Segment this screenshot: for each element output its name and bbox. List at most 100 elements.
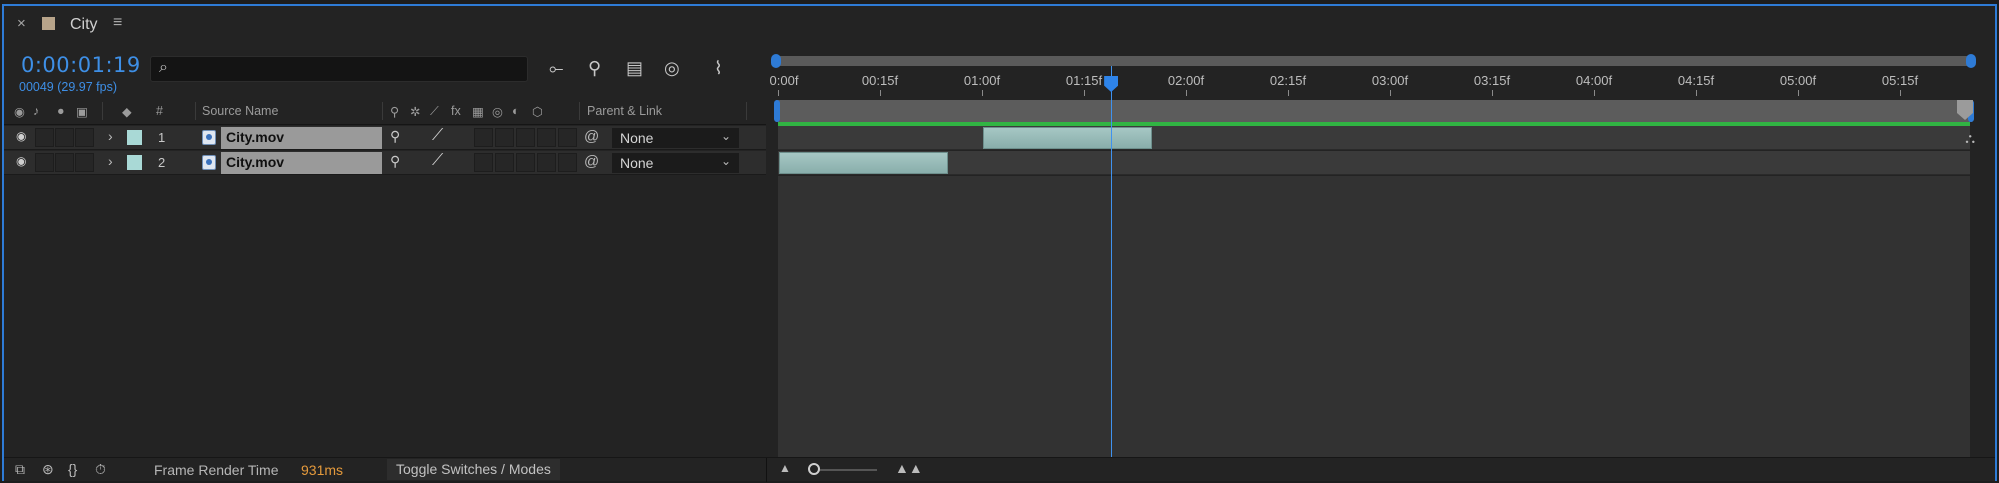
layer-clip-bar[interactable] — [983, 127, 1152, 149]
search-input[interactable] — [185, 60, 515, 78]
layer-source-name[interactable]: City.mov — [221, 127, 382, 149]
visibility-eye-icon[interactable]: ◉ — [16, 129, 26, 143]
layer-label-color[interactable] — [127, 130, 142, 145]
in-out-pane-icon[interactable]: {} — [68, 461, 77, 477]
parent-link-header[interactable]: Parent & Link — [587, 104, 662, 118]
3d-switch[interactable] — [558, 128, 577, 147]
frame-render-time-value: 931ms — [301, 462, 344, 478]
collapse-icon[interactable]: ✲ — [410, 104, 420, 119]
frame-count-fps: 00049 (29.97 fps) — [19, 80, 117, 94]
ruler-label: 02:00f — [1167, 73, 1205, 88]
video-visibility-icon[interactable]: ◉ — [14, 104, 25, 119]
transfer-controls-pane-icon[interactable]: ⊛ — [42, 461, 54, 478]
comp-button-icon[interactable]: ⛬ — [1965, 130, 1975, 147]
frame-blend-switch[interactable] — [495, 128, 514, 147]
zoom-out-icon[interactable]: ▲ — [779, 461, 791, 475]
solo-toggle[interactable] — [55, 153, 74, 172]
work-area-bar[interactable] — [776, 100, 1972, 122]
quality-switch-icon[interactable]: ⟋ — [432, 152, 443, 170]
shy-switch-icon[interactable]: ⚲ — [390, 128, 400, 145]
time-navigator-bar[interactable] — [776, 56, 1972, 66]
layer-row-1[interactable]: ◉ › 1 City.mov ⚲ ⟋ @ None ⌄ — [4, 126, 766, 150]
ruler-label: 03:00f — [1371, 73, 1409, 88]
3d-layer-icon[interactable]: ⬡ — [532, 104, 543, 119]
layer-label-color[interactable] — [127, 155, 142, 170]
chevron-down-icon: ⌄ — [720, 154, 731, 168]
adjustment-switch[interactable] — [537, 153, 556, 172]
parent-value: None — [620, 130, 654, 146]
motion-blur-icon[interactable]: ◎ — [664, 58, 680, 79]
audio-toggle[interactable] — [35, 128, 54, 147]
panel-menu-icon[interactable]: ≡ — [113, 14, 122, 32]
current-timecode[interactable]: 0:00:01:19 — [21, 53, 141, 77]
ruler-tick — [778, 90, 779, 96]
lock-toggle[interactable] — [75, 153, 94, 172]
parent-pickwhip-icon[interactable]: @ — [584, 128, 599, 145]
audio-toggle[interactable] — [35, 153, 54, 172]
composition-tab-title[interactable]: City — [70, 16, 98, 34]
layer-row-2[interactable]: ◉ › 2 City.mov ⚲ ⟋ @ None ⌄ — [4, 151, 766, 175]
frame-blend-switch[interactable] — [495, 153, 514, 172]
layer-clip-bar[interactable] — [779, 152, 948, 174]
layer-track-2[interactable] — [778, 151, 1970, 175]
quality-switch-icon[interactable]: ⟋ — [432, 127, 443, 145]
label-tag-icon[interactable]: ◆ — [122, 104, 132, 119]
motion-blur-switch[interactable] — [516, 153, 535, 172]
frame-blend-header-icon[interactable]: ▦ — [472, 104, 484, 119]
graph-editor-icon[interactable]: ⌇ — [714, 58, 723, 79]
visibility-eye-icon[interactable]: ◉ — [16, 154, 26, 168]
layer-switches-pane-icon[interactable]: ⧉ — [15, 461, 25, 478]
layer-search-box[interactable]: ⌕ — [150, 56, 528, 82]
current-time-indicator-head[interactable] — [1104, 76, 1119, 92]
adjustment-switch[interactable] — [537, 128, 556, 147]
solo-icon[interactable]: ● — [57, 104, 65, 118]
layer-source-name[interactable]: City.mov — [221, 152, 382, 174]
composition-flowchart-icon[interactable]: ⟜ — [549, 58, 563, 79]
parent-dropdown[interactable]: None ⌄ — [612, 153, 739, 173]
3d-switch[interactable] — [558, 153, 577, 172]
source-name-header[interactable]: Source Name — [202, 104, 278, 118]
frame-blending-icon[interactable]: ▤ — [626, 58, 643, 79]
zoom-in-icon[interactable]: ▲▲ — [895, 460, 923, 476]
search-icon[interactable]: ⌕ — [159, 59, 168, 77]
motion-blur-header-icon[interactable]: ◎ — [492, 104, 503, 119]
ruler-label: 04:00f — [1575, 73, 1613, 88]
parent-dropdown[interactable]: None ⌄ — [612, 128, 739, 148]
zoom-slider-track[interactable] — [812, 469, 877, 471]
parent-pickwhip-icon[interactable]: @ — [584, 153, 599, 170]
twirl-chevron-icon[interactable]: › — [108, 128, 113, 144]
ruler-label: 02:15f — [1269, 73, 1307, 88]
ruler-label: 05:15f — [1881, 73, 1919, 88]
current-time-indicator-line[interactable] — [1111, 66, 1113, 457]
ruler-label: 04:15f — [1677, 73, 1715, 88]
effects-header[interactable]: fx — [451, 104, 461, 118]
solo-toggle[interactable] — [55, 128, 74, 147]
lock-icon[interactable]: ▣ — [76, 104, 88, 119]
motion-blur-switch[interactable] — [516, 128, 535, 147]
audio-icon[interactable]: ♪ — [33, 104, 39, 118]
quality-icon[interactable]: ⟋ — [430, 104, 439, 119]
shy-switch-icon[interactable]: ⚲ — [390, 104, 399, 119]
toggle-switches-modes-button[interactable]: Toggle Switches / Modes — [387, 459, 560, 480]
adjustment-layer-icon[interactable]: ◐ — [512, 104, 520, 118]
timeline-area[interactable]: 0:00f 00:15f 01:00f 01:15f 02:00f 02:15f 03:00… — [766, 44, 1976, 457]
layer-column-header: ◉ ♪ ● ▣ ◆ # Source Name ⚲ ✲ ⟋ fx ▦ ◎ ◐ ⬡… — [4, 99, 766, 125]
ruler-tick — [1492, 90, 1493, 96]
ruler-label: 00:15f — [861, 73, 899, 88]
chevron-down-icon: ⌄ — [720, 129, 731, 143]
close-tab-icon[interactable]: × — [17, 15, 26, 32]
work-area-start-handle[interactable] — [774, 100, 780, 122]
layer-track-1[interactable] — [778, 126, 1970, 150]
layer-number: 1 — [158, 130, 166, 145]
lock-toggle[interactable] — [75, 128, 94, 147]
effects-switch[interactable] — [474, 128, 493, 147]
twirl-chevron-icon[interactable]: › — [108, 153, 113, 169]
zoom-slider-knob[interactable] — [808, 463, 820, 475]
timeline-empty-area[interactable] — [778, 176, 1970, 457]
effects-switch[interactable] — [474, 153, 493, 172]
navigator-start-handle[interactable] — [771, 54, 781, 68]
shy-layers-icon[interactable]: ⚲ — [588, 58, 601, 79]
render-time-pane-icon[interactable]: ⏱ — [95, 461, 106, 478]
shy-switch-icon[interactable]: ⚲ — [390, 153, 400, 170]
navigator-end-handle[interactable] — [1966, 54, 1976, 68]
